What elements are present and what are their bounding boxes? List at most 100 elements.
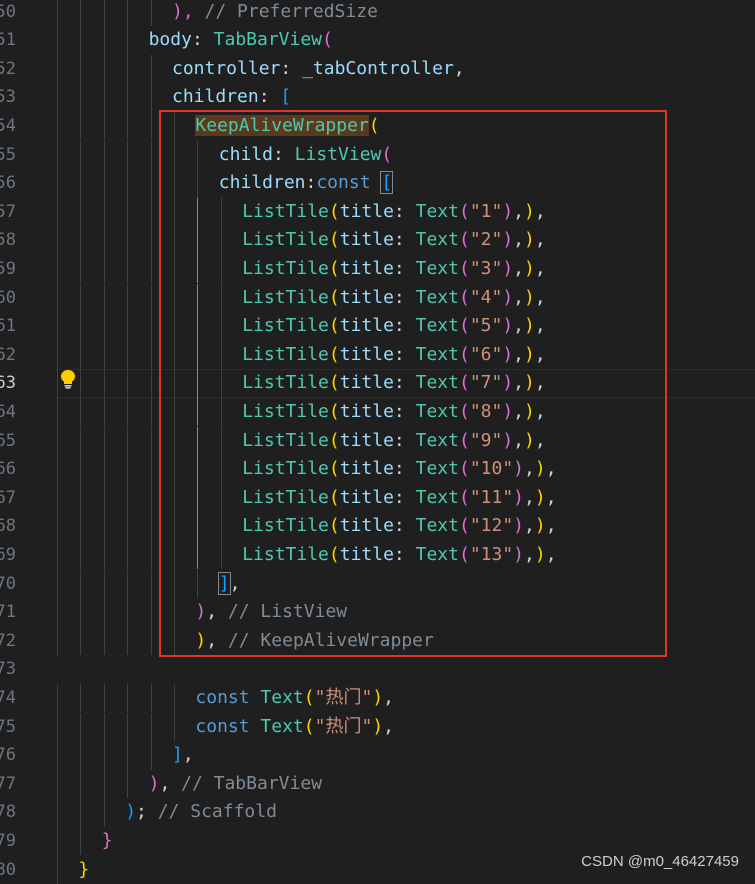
code-text: ); // Scaffold: [125, 798, 277, 827]
code-line[interactable]: 73: [0, 655, 755, 684]
code-line[interactable]: 55child: ListView(: [0, 141, 755, 170]
code-token: "2": [470, 229, 503, 250]
indent-guide: [104, 284, 105, 313]
code-token: ): [195, 630, 206, 651]
code-line[interactable]: 77), // TabBarView: [0, 770, 755, 799]
indent-guide: [174, 398, 175, 427]
indent-guide: [80, 141, 81, 170]
code-text: ListTile(title: Text("13"),),: [242, 541, 556, 570]
code-text: ListTile(title: Text("12"),),: [242, 512, 556, 541]
code-line[interactable]: 64ListTile(title: Text("8"),),: [0, 398, 755, 427]
code-line[interactable]: 65ListTile(title: Text("9"),),: [0, 427, 755, 456]
indent-guide: [174, 341, 175, 370]
code-token: (: [459, 544, 470, 565]
indent-guide: [174, 684, 175, 713]
code-text: ListTile(title: Text("4"),),: [242, 284, 546, 313]
code-token: ,: [546, 515, 557, 536]
code-line[interactable]: 70],: [0, 570, 755, 599]
code-text: ListTile(title: Text("8"),),: [242, 398, 546, 427]
code-line[interactable]: 79}: [0, 827, 755, 856]
code-token: child: [219, 144, 273, 165]
indent-guide: [104, 169, 105, 198]
indent-guide: [57, 598, 58, 627]
code-token: ): [502, 372, 513, 393]
code-text: children: [: [172, 83, 291, 112]
indent-guide: [80, 312, 81, 341]
indent-guide: [80, 198, 81, 227]
code-token: ListView: [295, 144, 382, 165]
code-text: KeepAliveWrapper(: [195, 112, 379, 141]
code-token: [: [381, 172, 392, 193]
indent-guide: [80, 598, 81, 627]
code-line[interactable]: 56children:const [: [0, 169, 755, 198]
indent-guide: [127, 112, 128, 141]
code-token: ListTile: [242, 372, 329, 393]
code-line[interactable]: 76],: [0, 741, 755, 770]
code-line[interactable]: 57ListTile(title: Text("1"),),: [0, 198, 755, 227]
code-line[interactable]: 66ListTile(title: Text("10"),),: [0, 455, 755, 484]
code-line[interactable]: 62ListTile(title: Text("6"),),: [0, 341, 755, 370]
code-text: body: TabBarView(: [149, 26, 333, 55]
code-line[interactable]: 67ListTile(title: Text("11"),),: [0, 484, 755, 513]
code-token: ListTile: [242, 229, 329, 250]
indent-guide: [127, 741, 128, 770]
indent-guide: [127, 0, 128, 26]
indent-guide: [127, 26, 128, 55]
code-token: Text: [416, 401, 459, 422]
indent-guide: [221, 226, 222, 255]
indent-guide: [151, 398, 152, 427]
code-token: "4": [470, 287, 503, 308]
code-token: ): [524, 344, 535, 365]
indent-guide: [151, 112, 152, 141]
indent-guide: [151, 255, 152, 284]
indent-guide: [80, 512, 81, 541]
code-token: ,: [535, 344, 546, 365]
code-line[interactable]: 69ListTile(title: Text("13"),),: [0, 541, 755, 570]
code-line[interactable]: 72), // KeepAliveWrapper: [0, 627, 755, 656]
code-token: title: [340, 344, 394, 365]
indent-guide: [127, 141, 128, 170]
code-token: // KeepAliveWrapper: [228, 630, 434, 651]
code-line[interactable]: 59ListTile(title: Text("3"),),: [0, 255, 755, 284]
lightbulb-icon[interactable]: [59, 369, 77, 389]
code-line[interactable]: 75const Text("热门"),: [0, 713, 755, 742]
code-token: (: [329, 544, 340, 565]
code-line[interactable]: 52controller: _tabController,: [0, 55, 755, 84]
line-number: 51: [0, 26, 16, 55]
code-line[interactable]: 54 KeepAliveWrapper(: [0, 112, 755, 141]
code-token: (: [304, 716, 315, 737]
code-line[interactable]: 58ListTile(title: Text("2"),),: [0, 226, 755, 255]
code-line[interactable]: 53children: [: [0, 83, 755, 112]
indent-guide: [127, 627, 128, 656]
code-line[interactable]: 68ListTile(title: Text("12"),),: [0, 512, 755, 541]
code-editor[interactable]: 50), // PreferredSize51 body: TabBarView(…: [0, 0, 755, 880]
indent-guide: [57, 198, 58, 227]
indent-guide: [104, 427, 105, 456]
code-line[interactable]: 51 body: TabBarView(: [0, 26, 755, 55]
line-number: 67: [0, 484, 16, 513]
code-token: title: [340, 515, 394, 536]
code-line[interactable]: 74const Text("热门"),: [0, 684, 755, 713]
code-token: ,: [513, 315, 524, 336]
code-line[interactable]: 78); // Scaffold: [0, 798, 755, 827]
code-line[interactable]: 60ListTile(title: Text("4"),),: [0, 284, 755, 313]
code-token: ,: [513, 372, 524, 393]
code-token: ): [372, 716, 383, 737]
code-line[interactable]: 50), // PreferredSize: [0, 0, 755, 26]
code-line[interactable]: 71), // ListView: [0, 598, 755, 627]
indent-guide: [127, 398, 128, 427]
code-token: Text: [416, 258, 459, 279]
indent-guide: [104, 369, 105, 398]
line-number: 76: [0, 741, 16, 770]
indent-guide: [221, 312, 222, 341]
indent-guide: [57, 427, 58, 456]
code-token: TabBarView: [214, 29, 322, 50]
code-line[interactable]: 63ListTile(title: Text("7"),),: [0, 369, 755, 398]
line-number: 54: [0, 112, 16, 141]
indent-guide: [197, 369, 198, 398]
code-line[interactable]: 61ListTile(title: Text("5"),),: [0, 312, 755, 341]
indent-guide: [104, 226, 105, 255]
indent-guide: [57, 741, 58, 770]
indent-guide: [174, 112, 175, 141]
code-token: ,: [513, 344, 524, 365]
